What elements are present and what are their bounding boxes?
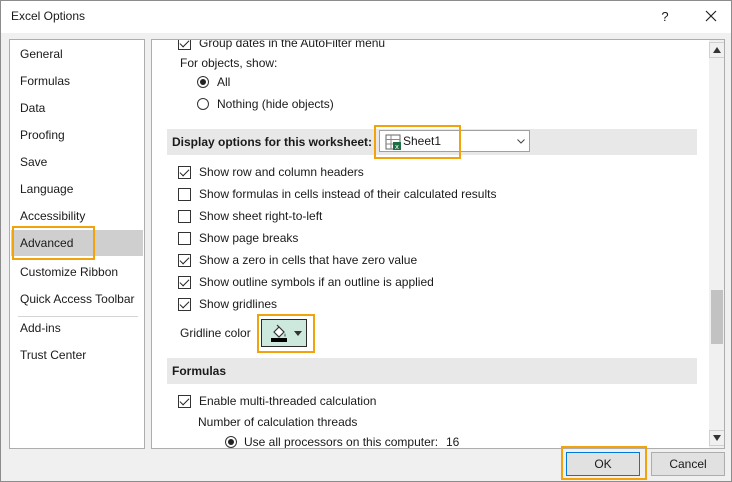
scroll-thumb[interactable] — [711, 290, 723, 344]
close-icon — [705, 10, 717, 22]
multithread-label: Enable multi-threaded calculation — [199, 394, 377, 408]
ok-button-highlight — [561, 446, 647, 480]
worksheet-select-highlight — [374, 125, 461, 159]
scroll-up-icon — [713, 47, 721, 53]
chevron-down-icon — [517, 139, 525, 144]
processor-count: 16 — [446, 435, 460, 449]
worksheet-section-label: Display options for this worksheet: — [172, 135, 373, 149]
nav-item-proofing[interactable]: Proofing — [11, 122, 143, 148]
close-button[interactable] — [699, 5, 723, 29]
nav-item-formulas[interactable]: Formulas — [11, 68, 143, 94]
scroll-down-button[interactable] — [709, 430, 724, 446]
ws-option-rtl-checkbox[interactable] — [178, 210, 191, 223]
group-dates-checkbox[interactable] — [178, 40, 191, 50]
nav-item-quick-access-toolbar[interactable]: Quick Access Toolbar — [11, 286, 143, 312]
ws-option-rtl-label: Show sheet right-to-left — [199, 209, 323, 223]
ws-option-outline-label: Show outline symbols if an outline is ap… — [199, 275, 434, 289]
multithread-checkbox[interactable] — [178, 395, 191, 408]
radio-nothing-label: Nothing (hide objects) — [217, 97, 334, 111]
nav-item-data[interactable]: Data — [11, 95, 143, 121]
ws-option-page-breaks-label: Show page breaks — [199, 231, 299, 245]
ws-option-gridlines-checkbox[interactable] — [178, 298, 191, 311]
vertical-scrollbar[interactable] — [709, 40, 724, 448]
ws-option-zero-checkbox[interactable] — [178, 254, 191, 267]
title-bar: Excel Options ? — [1, 1, 731, 33]
nav-item-trust-center[interactable]: Trust Center — [11, 342, 143, 368]
excel-options-dialog: Excel Options ? General Formulas Data Pr… — [0, 0, 732, 482]
threads-label: Number of calculation threads — [198, 415, 358, 429]
ws-option-headers-label: Show row and column headers — [199, 165, 364, 179]
nav-item-add-ins[interactable]: Add-ins — [11, 315, 143, 341]
window-title: Excel Options — [11, 9, 86, 23]
advanced-highlight — [12, 226, 95, 260]
gridline-color-label: Gridline color — [180, 326, 251, 340]
nav-item-language[interactable]: Language — [11, 176, 143, 202]
nav-item-customize-ribbon[interactable]: Customize Ribbon — [11, 259, 143, 285]
cancel-button[interactable]: Cancel — [651, 452, 725, 476]
scroll-down-icon — [713, 435, 721, 441]
radio-nothing[interactable] — [197, 98, 209, 110]
radio-all[interactable] — [197, 76, 209, 88]
radio-all-label: All — [217, 75, 231, 89]
nav-item-general[interactable]: General — [11, 41, 143, 67]
scroll-up-button[interactable] — [709, 42, 724, 58]
ws-option-headers-checkbox[interactable] — [178, 166, 191, 179]
use-all-processors-radio[interactable] — [225, 436, 237, 448]
ws-option-formulas-label: Show formulas in cells instead of their … — [199, 187, 497, 201]
nav-item-save[interactable]: Save — [11, 149, 143, 175]
ws-option-page-breaks-checkbox[interactable] — [178, 232, 191, 245]
formulas-section-label: Formulas — [172, 364, 227, 378]
objects-label: For objects, show: — [180, 56, 278, 70]
help-button[interactable]: ? — [653, 5, 677, 29]
use-all-processors-label: Use all processors on this computer: — [244, 435, 439, 449]
group-dates-label: Group dates in the AutoFilter menu — [199, 39, 386, 50]
ws-option-formulas-checkbox[interactable] — [178, 188, 191, 201]
formulas-section-header: Formulas — [167, 358, 697, 384]
advanced-options-pane: Group dates in the AutoFilter menu For o… — [151, 39, 725, 449]
ws-option-zero-label: Show a zero in cells that have zero valu… — [199, 253, 418, 267]
gridline-color-highlight — [257, 314, 315, 353]
ws-option-gridlines-label: Show gridlines — [199, 297, 278, 311]
ws-option-outline-checkbox[interactable] — [178, 276, 191, 289]
